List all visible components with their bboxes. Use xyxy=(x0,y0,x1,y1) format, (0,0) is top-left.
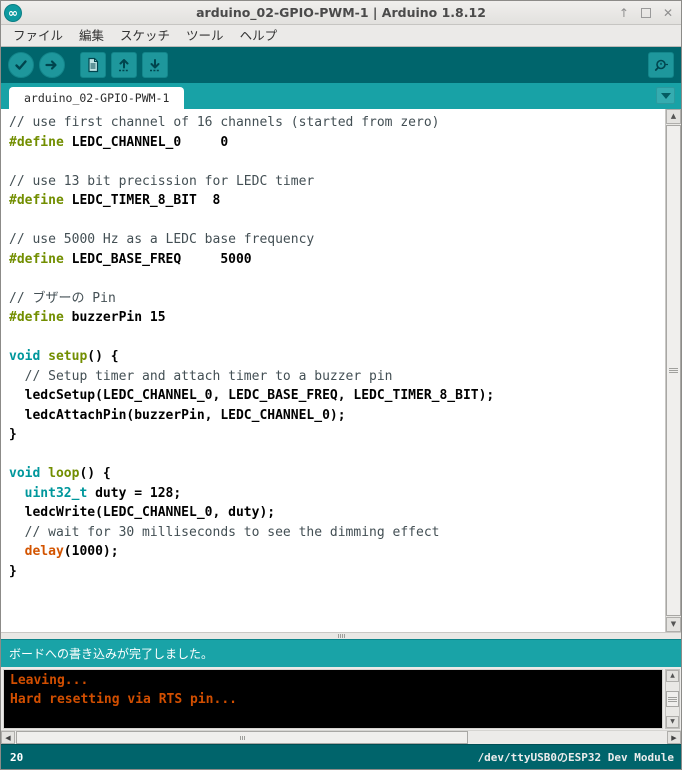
code-line: // Setup timer and attach timer to a buz… xyxy=(9,367,657,387)
scroll-left-icon[interactable]: ◀ xyxy=(1,731,15,744)
serial-monitor-button[interactable] xyxy=(648,52,674,78)
menu-item-file[interactable]: ファイル xyxy=(5,25,71,46)
code-line xyxy=(9,211,657,231)
code-line: ledcAttachPin(buzzerPin, LEDC_CHANNEL_0)… xyxy=(9,406,657,426)
verify-button[interactable] xyxy=(8,52,34,78)
magnifier-icon xyxy=(653,57,669,73)
code-line: } xyxy=(9,425,657,445)
close-icon[interactable]: ✕ xyxy=(663,7,673,19)
window-controls: ↑ ✕ xyxy=(619,1,673,24)
check-icon xyxy=(13,57,29,73)
line-number: 20 xyxy=(10,751,23,764)
code-line: // use first channel of 16 channels (sta… xyxy=(9,113,657,133)
toolbar xyxy=(1,47,681,83)
horizontal-scroll-thumb[interactable] xyxy=(16,731,468,744)
editor-scroll-thumb[interactable] xyxy=(666,125,681,616)
console-scroll-up-icon[interactable]: ▲ xyxy=(666,670,679,682)
console-output[interactable]: Leaving...Hard resetting via RTS pin... xyxy=(3,669,663,729)
open-button[interactable] xyxy=(111,52,137,78)
upload-status-message: ボードへの書き込みが完了しました。 xyxy=(9,645,213,662)
upload-button[interactable] xyxy=(39,52,65,78)
code-line xyxy=(9,328,657,348)
code-line xyxy=(9,152,657,172)
tab-sketch[interactable]: arduino_02-GPIO-PWM-1 xyxy=(9,87,184,109)
code-line: #define LEDC_CHANNEL_0 0 xyxy=(9,133,657,153)
title-bar: ∞ arduino_02-GPIO-PWM-1 | Arduino 1.8.12… xyxy=(1,1,681,25)
upload-status-bar: ボードへの書き込みが完了しました。 xyxy=(1,639,681,667)
code-line: #define LEDC_BASE_FREQ 5000 xyxy=(9,250,657,270)
code-line: void setup() { xyxy=(9,347,657,367)
menu-item-edit[interactable]: 編集 xyxy=(71,25,112,46)
minimize-icon[interactable]: ↑ xyxy=(619,7,629,19)
arrow-up-icon xyxy=(116,57,132,73)
tab-list-button[interactable] xyxy=(656,87,675,104)
arrow-down-icon xyxy=(147,57,163,73)
code-line: void loop() { xyxy=(9,464,657,484)
console-horizontal-scrollbar[interactable]: ◀ ▶ xyxy=(1,730,681,744)
code-line: } xyxy=(9,562,657,582)
code-content[interactable]: // use first channel of 16 channels (sta… xyxy=(1,109,681,581)
board-info: /dev/ttyUSB0のESP32 Dev Module xyxy=(478,749,674,765)
code-line xyxy=(9,445,657,465)
splitter-grip xyxy=(338,634,345,638)
code-editor[interactable]: // use first channel of 16 channels (sta… xyxy=(1,109,681,632)
arrow-right-icon xyxy=(44,57,60,73)
code-line: delay(1000); xyxy=(9,542,657,562)
save-button[interactable] xyxy=(142,52,168,78)
arduino-ide-window: ∞ arduino_02-GPIO-PWM-1 | Arduino 1.8.12… xyxy=(0,0,682,770)
maximize-icon[interactable] xyxy=(641,8,651,18)
code-line: ledcSetup(LEDC_CHANNEL_0, LEDC_BASE_FREQ… xyxy=(9,386,657,406)
code-line: // use 13 bit precission for LEDC timer xyxy=(9,172,657,192)
console-vertical-scrollbar[interactable]: ▲ ▼ xyxy=(665,669,680,729)
code-line: uint32_t duty = 128; xyxy=(9,484,657,504)
new-sketch-button[interactable] xyxy=(80,52,106,78)
scroll-up-icon[interactable]: ▲ xyxy=(666,109,681,124)
pane-splitter[interactable] xyxy=(1,632,681,639)
console-panel: Leaving...Hard resetting via RTS pin... … xyxy=(1,667,681,730)
status-bar: 20 /dev/ttyUSB0のESP32 Dev Module xyxy=(1,744,681,769)
chevron-down-icon xyxy=(661,93,671,99)
editor-vertical-scrollbar[interactable]: ▲ ▼ xyxy=(665,109,681,632)
menu-item-tools[interactable]: ツール xyxy=(178,25,232,46)
scroll-right-icon[interactable]: ▶ xyxy=(667,731,681,744)
code-line: // ブザーの Pin xyxy=(9,289,657,309)
menu-bar: ファイル編集スケッチツールヘルプ xyxy=(1,25,681,47)
menu-item-help[interactable]: ヘルプ xyxy=(232,25,286,46)
console-line: Leaving... xyxy=(10,671,656,690)
window-title: arduino_02-GPIO-PWM-1 | Arduino 1.8.12 xyxy=(1,5,681,20)
scroll-grip xyxy=(668,697,677,702)
code-line: #define LEDC_TIMER_8_BIT 8 xyxy=(9,191,657,211)
scroll-down-icon[interactable]: ▼ xyxy=(666,617,681,632)
tab-bar: arduino_02-GPIO-PWM-1 xyxy=(1,83,681,109)
code-line: ledcWrite(LEDC_CHANNEL_0, duty); xyxy=(9,503,657,523)
menu-item-sketch[interactable]: スケッチ xyxy=(112,25,178,46)
scroll-grip xyxy=(669,368,678,373)
code-line xyxy=(9,269,657,289)
document-icon xyxy=(85,57,101,73)
scroll-grip xyxy=(240,736,245,740)
code-line: // wait for 30 milliseconds to see the d… xyxy=(9,523,657,543)
console-scroll-thumb[interactable] xyxy=(666,691,679,707)
console-scroll-down-icon[interactable]: ▼ xyxy=(666,716,679,728)
code-line: #define buzzerPin 15 xyxy=(9,308,657,328)
code-line: // use 5000 Hz as a LEDC base frequency xyxy=(9,230,657,250)
console-line: Hard resetting via RTS pin... xyxy=(10,690,656,709)
